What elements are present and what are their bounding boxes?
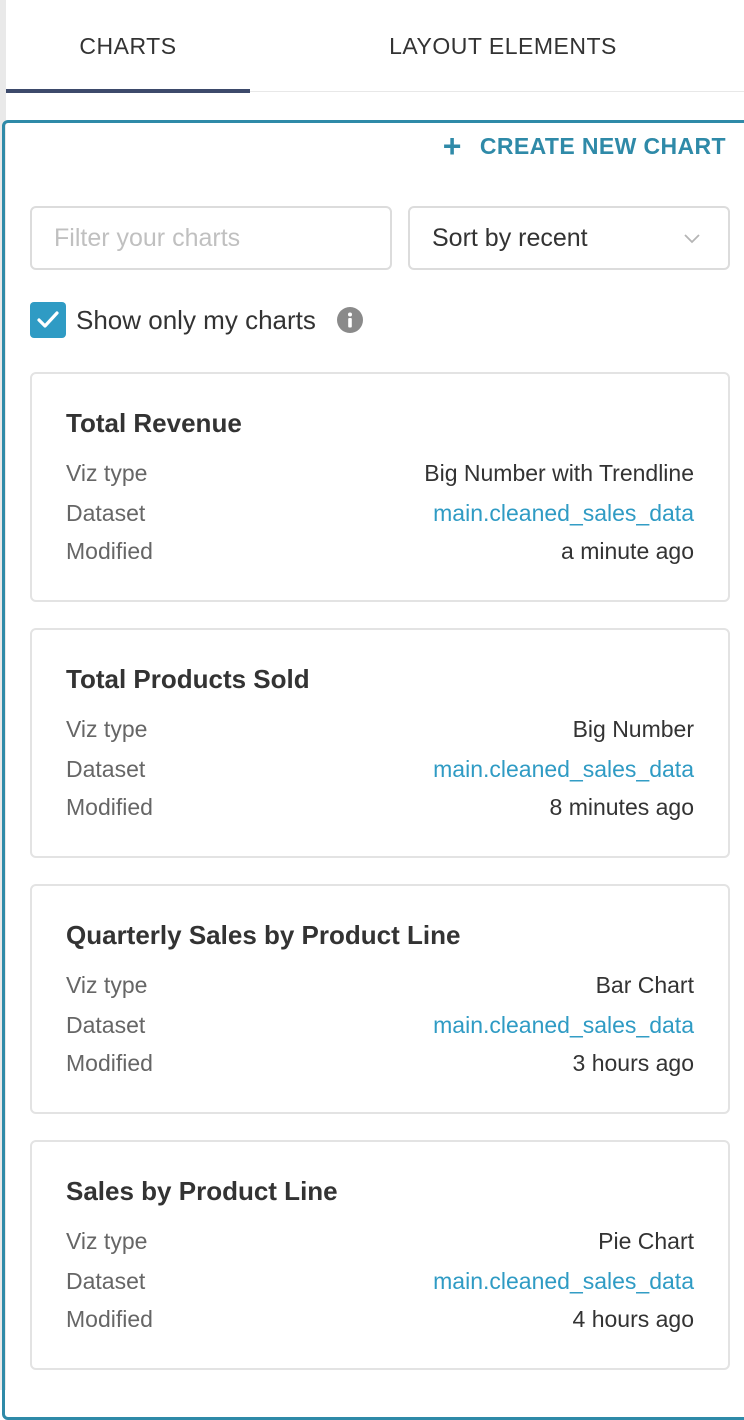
dataset-link[interactable]: main.cleaned_sales_data: [433, 756, 694, 783]
modified-value: 4 hours ago: [572, 1306, 694, 1332]
chart-card-modified-row: Modified 3 hours ago: [66, 1050, 694, 1080]
viz-type-label: Viz type: [66, 716, 148, 742]
dataset-link[interactable]: main.cleaned_sales_data: [433, 1268, 694, 1295]
chart-card-viz-type-row: Viz type Big Number with Trendline: [66, 460, 694, 490]
sort-select-value: Sort by recent: [432, 223, 588, 252]
chart-card-dataset-row: Dataset main.cleaned_sales_data: [66, 1268, 694, 1298]
chart-card-modified-row: Modified 8 minutes ago: [66, 794, 694, 824]
sort-select[interactable]: Sort by recent: [408, 206, 730, 270]
filter-charts-input[interactable]: [30, 206, 392, 270]
dataset-label: Dataset: [66, 1012, 146, 1038]
chart-card-title: Sales by Product Line: [66, 1176, 338, 1206]
chart-card-modified-row: Modified a minute ago: [66, 538, 694, 568]
dataset-link[interactable]: main.cleaned_sales_data: [433, 500, 694, 527]
modified-label: Modified: [66, 1306, 153, 1332]
chart-card-modified-row: Modified 4 hours ago: [66, 1306, 694, 1336]
chart-card[interactable]: Total Products Sold Viz type Big Number …: [30, 628, 730, 858]
dataset-label: Dataset: [66, 500, 146, 526]
chart-card[interactable]: Sales by Product Line Viz type Pie Chart…: [30, 1140, 730, 1370]
modified-label: Modified: [66, 538, 153, 564]
show-only-my-charts-label: Show only my charts: [76, 304, 316, 335]
chart-card-viz-type-row: Viz type Pie Chart: [66, 1228, 694, 1258]
dataset-label: Dataset: [66, 756, 146, 782]
chart-card-viz-type-row: Viz type Bar Chart: [66, 972, 694, 1002]
create-new-chart-label: CREATE NEW CHART: [479, 132, 726, 159]
chart-card[interactable]: Total Revenue Viz type Big Number with T…: [30, 372, 730, 602]
viz-type-label: Viz type: [66, 460, 148, 486]
tab-charts-label: CHARTS: [79, 32, 177, 59]
chart-card-dataset-row: Dataset main.cleaned_sales_data: [66, 1012, 694, 1042]
viz-type-value: Pie Chart: [598, 1228, 694, 1254]
dataset-label: Dataset: [66, 1268, 146, 1294]
chart-card-dataset-row: Dataset main.cleaned_sales_data: [66, 500, 694, 530]
viz-type-label: Viz type: [66, 972, 148, 998]
checkmark-icon: [37, 311, 59, 328]
plus-icon: +: [442, 128, 462, 164]
chart-card-dataset-row: Dataset main.cleaned_sales_data: [66, 756, 694, 786]
show-only-my-charts-checkbox[interactable]: [30, 302, 66, 338]
info-icon[interactable]: [336, 306, 364, 334]
tab-layout-elements[interactable]: LAYOUT ELEMENTS: [306, 0, 700, 92]
viz-type-value: Bar Chart: [595, 972, 694, 998]
chart-card[interactable]: Quarterly Sales by Product Line Viz type…: [30, 884, 730, 1114]
modified-value: 3 hours ago: [572, 1050, 694, 1076]
modified-value: 8 minutes ago: [549, 794, 694, 820]
chart-card-title: Quarterly Sales by Product Line: [66, 920, 461, 950]
modified-value: a minute ago: [561, 538, 694, 564]
modified-label: Modified: [66, 794, 153, 820]
chevron-down-icon: [684, 234, 700, 244]
chart-card-viz-type-row: Viz type Big Number: [66, 716, 694, 746]
chart-card-title: Total Products Sold: [66, 664, 310, 694]
tab-layout-elements-label: LAYOUT ELEMENTS: [389, 32, 617, 59]
tab-charts[interactable]: CHARTS: [6, 0, 250, 93]
viz-type-value: Big Number with Trendline: [424, 460, 694, 486]
create-new-chart-button[interactable]: + CREATE NEW CHART: [442, 128, 726, 164]
chart-card-title: Total Revenue: [66, 408, 242, 438]
dataset-link[interactable]: main.cleaned_sales_data: [433, 1012, 694, 1039]
modified-label: Modified: [66, 1050, 153, 1076]
viz-type-label: Viz type: [66, 1228, 148, 1254]
viz-type-value: Big Number: [572, 716, 694, 742]
show-only-my-charts: Show only my charts: [30, 302, 364, 338]
tab-bar: CHARTS LAYOUT ELEMENTS: [6, 0, 744, 93]
